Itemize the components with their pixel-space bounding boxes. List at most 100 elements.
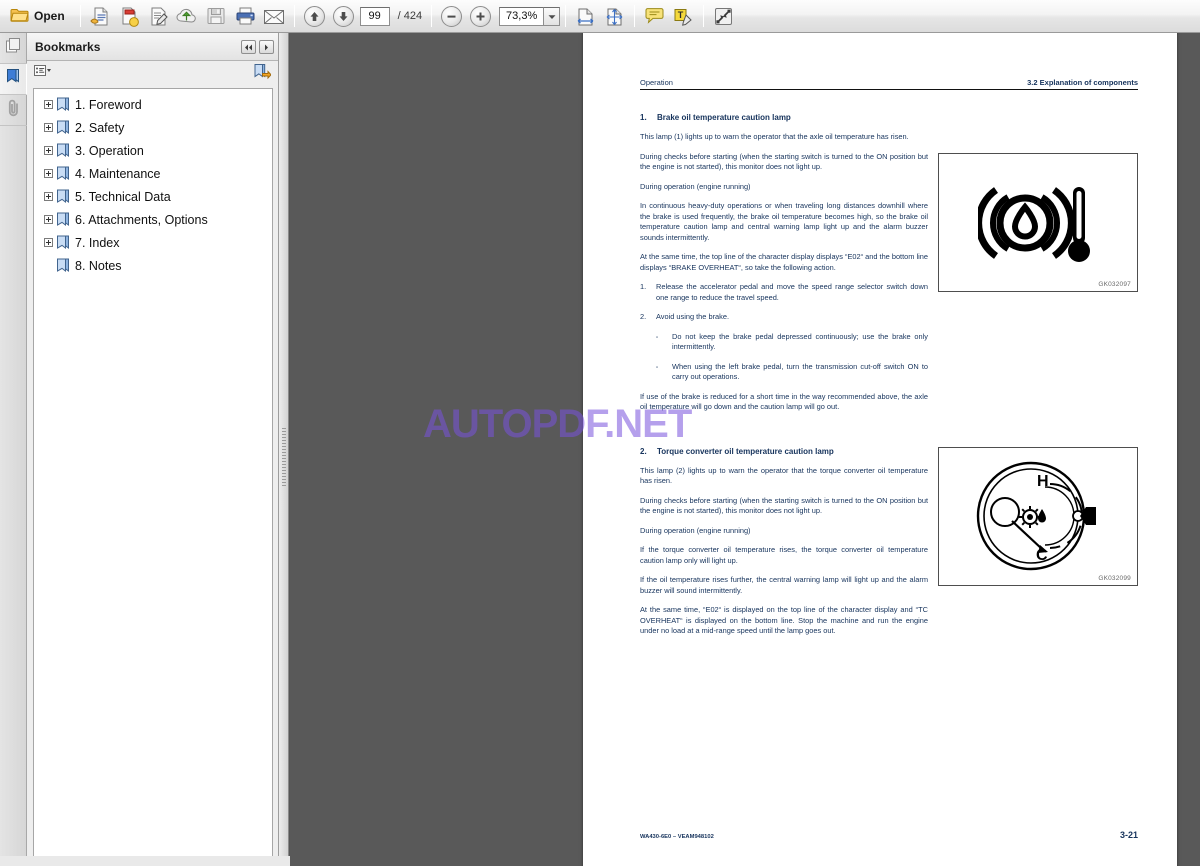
bookmark-label: 3. Operation	[75, 143, 144, 158]
create-pdf-icon[interactable]	[87, 3, 114, 30]
fullscreen-icon[interactable]	[710, 3, 737, 30]
page-number-input[interactable]: 99	[359, 6, 390, 26]
fit-width-icon[interactable]	[572, 3, 599, 30]
splitter-grip[interactable]	[282, 428, 286, 488]
expand-toggle-icon[interactable]	[44, 215, 53, 224]
bookmarks-panel: Bookmarks 1. Foreword 2. Safety 3. Opera…	[27, 33, 279, 866]
panel-splitter[interactable]	[279, 33, 289, 866]
double-chevron-left-icon	[244, 38, 253, 56]
zoom-level-input[interactable]: 73,3%	[499, 6, 544, 26]
expand-toggle-placeholder	[44, 261, 53, 270]
expand-toggle-icon[interactable]	[44, 238, 53, 247]
collapse-panel-button[interactable]	[241, 38, 256, 56]
previous-page-button[interactable]	[301, 3, 328, 30]
bookmarks-icon	[5, 68, 21, 91]
document-viewport[interactable]: Operation 3.2 Explanation of components	[290, 33, 1200, 866]
bookmark-label: 4. Maintenance	[75, 166, 161, 181]
next-page-button[interactable]	[330, 3, 357, 30]
rail-item-page-thumbnails[interactable]	[0, 33, 27, 64]
bookmark-item[interactable]: 6. Attachments, Options	[34, 208, 272, 231]
zoom-in-button[interactable]	[467, 3, 494, 30]
combine-files-icon[interactable]	[116, 3, 143, 30]
page-separator: /	[397, 10, 401, 22]
bookmark-item[interactable]: 3. Operation	[34, 139, 272, 162]
bookmarks-tree[interactable]: 1. Foreword 2. Safety 3. Operation 4. Ma…	[33, 88, 273, 860]
arrow-down-icon	[332, 5, 354, 27]
edit-pdf-icon[interactable]	[145, 3, 172, 30]
bookmark-label: 7. Index	[75, 235, 120, 250]
section-title: 2. Torque converter oil temperature cauti…	[640, 447, 928, 456]
bookmark-icon	[56, 120, 70, 135]
print-icon[interactable]	[232, 3, 259, 30]
toolbar-separator-5	[634, 5, 636, 27]
sub-item: ▫ When using the left brake pedal, turn …	[640, 362, 928, 383]
section-title-text: Brake oil temperature caution lamp	[657, 113, 791, 122]
item-marker: 2.	[640, 312, 647, 321]
paragraph: This lamp (2) lights up to warn the oper…	[640, 465, 928, 486]
save-icon[interactable]	[203, 3, 230, 30]
main-toolbar: Open 99 / 424 73,3% T	[0, 0, 1200, 33]
navigation-rail	[0, 33, 27, 866]
paragraph: If use of the brake is reduced for a sho…	[640, 391, 928, 412]
bookmark-icon	[56, 166, 70, 181]
paragraph: During checks before starting (when the …	[640, 495, 928, 516]
paragraph: During operation (engine running)	[640, 181, 751, 191]
section-torque-converter-oil-temperature: H C GK032099 2. Torque converter oil tem…	[640, 446, 1138, 637]
zoom-dropdown-button[interactable]	[543, 6, 561, 26]
email-icon[interactable]	[261, 3, 288, 30]
paragraph: In continuous heavy-duty operations or w…	[640, 201, 928, 242]
bookmark-icon	[56, 235, 70, 250]
fit-page-icon[interactable]	[601, 3, 628, 30]
expand-toggle-icon[interactable]	[44, 192, 53, 201]
rail-item-attachments[interactable]	[0, 95, 27, 126]
page-footer-left: WA430-6E0 – VEAM948102	[640, 834, 714, 840]
item-bullet: ▫	[656, 334, 659, 341]
rail-item-bookmarks[interactable]	[0, 64, 27, 95]
numbered-item: 2. Avoid using the brake.	[640, 312, 928, 323]
bookmark-label: 1. Foreword	[75, 97, 142, 112]
page-number-footer: 3-21	[1119, 830, 1138, 840]
section-brake-oil-temperature: GK032097 1. Brake oil temperature caution…	[640, 113, 1138, 413]
status-bar	[0, 856, 290, 866]
bookmark-icon	[56, 189, 70, 204]
page-footer: WA430-6E0 – VEAM948102 3-21	[640, 830, 1138, 840]
paragraph: At the same time, “E02“ is displayed on …	[640, 605, 928, 635]
expand-toggle-icon[interactable]	[44, 123, 53, 132]
bookmark-item[interactable]: 1. Foreword	[34, 93, 272, 116]
zoom-out-button[interactable]	[438, 3, 465, 30]
open-button-label: Open	[34, 9, 65, 23]
bookmark-item[interactable]: 8. Notes	[34, 254, 272, 277]
paragraph: At the same time, the top line of the ch…	[640, 252, 928, 272]
item-text: Avoid using the brake.	[656, 312, 729, 321]
bookmark-item[interactable]: 7. Index	[34, 231, 272, 254]
expand-toggle-icon[interactable]	[44, 100, 53, 109]
expand-toggle-icon[interactable]	[44, 146, 53, 155]
expand-toggle-icon[interactable]	[44, 169, 53, 178]
expand-panel-button[interactable]	[259, 39, 274, 54]
bookmark-icon	[56, 97, 70, 112]
paragraph: If the torque converter oil temperature …	[640, 545, 928, 565]
bookmark-options-button[interactable]	[33, 65, 53, 82]
bookmark-item[interactable]: 2. Safety	[34, 116, 272, 139]
page-total-label: / 424	[398, 10, 422, 22]
bookmarks-panel-header: Bookmarks	[27, 33, 278, 61]
item-text: Do not keep the brake pedal depressed co…	[672, 331, 928, 352]
new-bookmark-icon	[253, 63, 272, 85]
open-button[interactable]: Open	[5, 3, 74, 30]
new-bookmark-button[interactable]	[252, 63, 272, 85]
bookmark-label: 8. Notes	[75, 258, 122, 273]
bookmark-label: 6. Attachments, Options	[75, 212, 208, 227]
upload-cloud-icon[interactable]	[174, 3, 201, 30]
toolbar-separator-2	[293, 5, 295, 27]
item-bullet: ▫	[656, 364, 659, 371]
highlight-text-icon[interactable]: T	[670, 3, 697, 30]
bookmark-item[interactable]: 4. Maintenance	[34, 162, 272, 185]
sub-item: ▫ Do not keep the brake pedal depressed …	[640, 332, 928, 353]
comment-icon[interactable]	[641, 3, 668, 30]
options-list-icon	[34, 64, 52, 83]
bookmark-icon	[56, 212, 70, 227]
paragraph: During checks before starting (when the …	[640, 151, 928, 172]
bookmark-item[interactable]: 5. Technical Data	[34, 185, 272, 208]
paragraph: If the oil temperature rises further, th…	[640, 575, 928, 595]
bookmark-icon	[56, 143, 70, 158]
